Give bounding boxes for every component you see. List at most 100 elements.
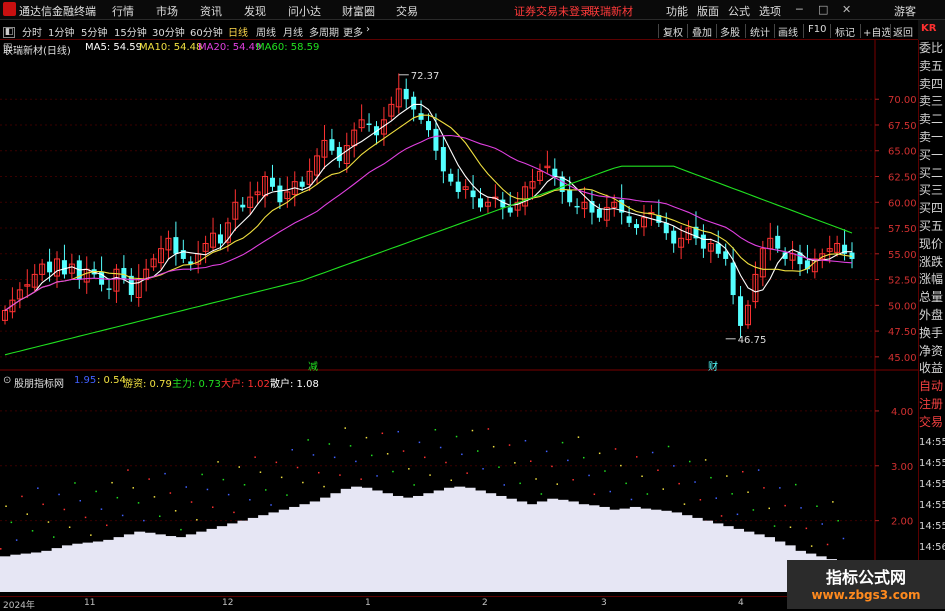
side-item-21[interactable]: 交易	[919, 414, 945, 432]
tool-biaoji[interactable]: 标记	[835, 24, 855, 39]
menu-gongneng[interactable]: 功能	[666, 3, 688, 19]
indicator-bar	[340, 488, 352, 592]
indicator-bar	[175, 537, 187, 592]
indicator-dot	[678, 482, 680, 485]
indicator-bar	[61, 545, 73, 592]
period-60min[interactable]: 60分钟	[190, 24, 223, 39]
menu-shichang[interactable]: 市场	[156, 3, 178, 19]
candle-body	[715, 243, 721, 254]
indicator-bar	[629, 506, 641, 592]
time-label-5: 3	[601, 598, 607, 608]
menu-faxian[interactable]: 发现	[244, 3, 266, 19]
candle-body	[626, 216, 632, 223]
period-multi[interactable]: 多周期	[309, 24, 339, 39]
tool-f10[interactable]: F10	[808, 24, 826, 35]
indicator-dot	[95, 490, 97, 493]
indicator-dot	[434, 428, 437, 431]
period-more[interactable]: 更多	[343, 24, 363, 39]
tool-back[interactable]: 返回	[893, 24, 913, 39]
menu-wenxiaoda[interactable]: 问小达	[288, 3, 321, 19]
tool-diejia[interactable]: 叠加	[692, 24, 712, 39]
indicator-dot	[148, 478, 150, 480]
menu-caifuquan[interactable]: 财富圈	[342, 3, 375, 19]
indicator-dot	[323, 485, 325, 488]
period-fenshi[interactable]: 分时	[22, 24, 42, 39]
tool-add-watchlist[interactable]: +自选	[863, 24, 891, 39]
period-monthly[interactable]: 月线	[283, 24, 303, 39]
period-1min[interactable]: 1分钟	[48, 24, 74, 39]
tool-duogu[interactable]: 多股	[720, 24, 740, 39]
indicator-toggle-icon[interactable]: ⊙	[3, 375, 11, 386]
indicator-dot	[291, 449, 293, 451]
menu-xuanxiang[interactable]: 选项	[759, 3, 781, 19]
indicator-bar	[640, 508, 652, 592]
indicator-legend: ⊙ 股朋指标网 1.95 : 0.54 游资: 0.79 主力: 0.73 大户…	[0, 373, 910, 390]
period-daily[interactable]: 日线	[228, 24, 248, 39]
candle-body	[217, 234, 223, 244]
time-label-0: 2024年	[3, 601, 35, 611]
quote-side-panel: 委比 卖五 卖四 卖三 卖二 卖一 买一 买二 买三 买四 买五 现价 涨跌 涨幅 总量 外盘 换手 净资 收益 自动…	[918, 40, 945, 609]
menu-banmian[interactable]: 版面	[697, 3, 719, 19]
indicator-dot	[821, 523, 823, 525]
price-tick-label: 45.00	[888, 353, 917, 364]
indicator-bar	[423, 493, 435, 592]
tool-huaxian[interactable]: 画线	[778, 24, 798, 39]
menu-hangqing[interactable]: 行情	[112, 3, 134, 19]
period-15min[interactable]: 15分钟	[114, 24, 147, 39]
side-item-4: 卖二	[919, 112, 944, 127]
indicator-dot	[381, 432, 384, 435]
side-item-27: 14:56	[919, 541, 945, 553]
indicator-bar	[660, 510, 672, 592]
indicator-dot	[392, 470, 394, 473]
menu-zixun[interactable]: 资讯	[200, 3, 222, 19]
menu-gongshi[interactable]: 公式	[728, 3, 750, 19]
tool-tongji[interactable]: 统计	[750, 24, 770, 39]
indicator-dot	[768, 507, 770, 510]
indicator-dot	[424, 456, 426, 459]
indicator-dot	[545, 450, 548, 453]
indicator-dot	[159, 515, 161, 518]
kline-chart[interactable]: 70.00 67.50 65.00 62.50 60.00 57.50 55.00 52.50…	[0, 40, 918, 596]
menu-jiaoyi[interactable]: 交易	[396, 3, 418, 19]
side-item-5: 卖一	[919, 129, 944, 144]
indicator-dot	[736, 513, 739, 516]
indicator-dot	[773, 525, 776, 527]
indicator-dot	[302, 481, 304, 484]
indicator-dot	[174, 510, 177, 512]
indicator-dot	[254, 456, 256, 458]
indicator-bar	[216, 526, 228, 592]
indicator-dot	[296, 466, 299, 469]
side-item-19[interactable]: 自动	[919, 378, 945, 396]
price-tick-label: 47.50	[888, 327, 917, 338]
side-item-3: 卖三	[919, 94, 944, 109]
time-label-4: 2	[482, 598, 488, 608]
indicator-dot	[26, 513, 28, 515]
indicator-dot	[106, 524, 108, 527]
tool-fuquan[interactable]: 复权	[663, 24, 683, 39]
period-30min[interactable]: 30分钟	[152, 24, 185, 39]
side-item-12: 涨跌	[919, 254, 944, 269]
user-label[interactable]: 游客	[894, 3, 916, 19]
indicator-dot	[90, 534, 92, 536]
period-5min[interactable]: 5分钟	[81, 24, 107, 39]
close-icon[interactable]: ✕	[842, 3, 851, 16]
candle-body	[277, 185, 283, 203]
indicator-dot	[386, 453, 389, 455]
maximize-icon[interactable]: □	[818, 3, 828, 16]
indicator-dot	[222, 478, 225, 481]
time-label-1: 11	[84, 598, 96, 608]
indicator-bar	[361, 487, 373, 592]
period-weekly[interactable]: 周线	[256, 24, 276, 39]
indicator-dot	[58, 493, 60, 496]
indicator-dot	[47, 521, 50, 523]
indicator-bar	[392, 495, 404, 592]
stock-tag[interactable]: 联瑞新材	[589, 3, 633, 19]
indicator-dot	[540, 493, 543, 495]
indicator-dot	[143, 519, 145, 522]
side-item-20[interactable]: 注册	[919, 396, 945, 414]
minimize-icon[interactable]: ─	[796, 3, 803, 16]
more-chevron-icon[interactable]: ›	[366, 24, 370, 35]
indicator-dot	[593, 493, 596, 496]
indicator-dot	[265, 489, 267, 491]
login-notice[interactable]: 证券交易未登录	[514, 3, 591, 19]
